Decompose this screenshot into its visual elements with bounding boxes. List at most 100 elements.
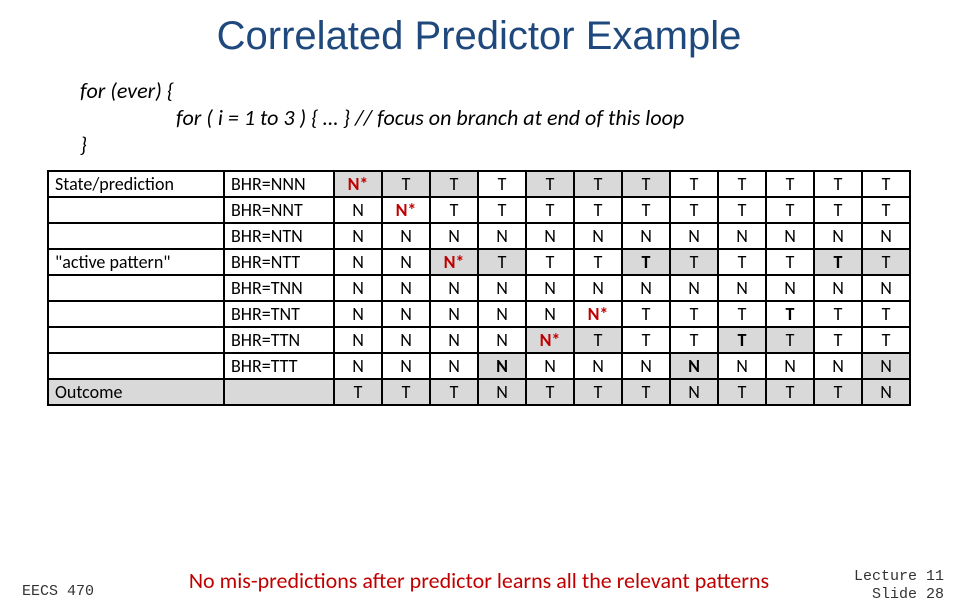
pred-cell: N — [526, 223, 574, 249]
pred-cell: T — [718, 171, 766, 197]
pred-cell: N — [430, 301, 478, 327]
outcome-cell: N — [670, 379, 718, 405]
pred-cell: N — [334, 197, 382, 223]
pred-cell: N — [622, 223, 670, 249]
pred-cell: N — [430, 275, 478, 301]
pred-cell: T — [862, 249, 910, 275]
pred-cell: N — [766, 275, 814, 301]
outcome-row: OutcomeTTTNTTTNTTTN — [48, 379, 910, 405]
pred-cell: T — [526, 171, 574, 197]
pred-cell: N — [814, 223, 862, 249]
pred-cell: T — [622, 301, 670, 327]
pred-cell: N* — [574, 301, 622, 327]
row-left-label: "active pattern" — [48, 249, 224, 275]
bhr-label: BHR=TTN — [224, 327, 334, 353]
pred-cell: N — [526, 301, 574, 327]
pred-cell: T — [766, 197, 814, 223]
pred-cell: N — [814, 275, 862, 301]
pred-cell: T — [622, 197, 670, 223]
pred-cell: T — [478, 249, 526, 275]
pred-cell: N — [382, 275, 430, 301]
code-line-2: for ( i = 1 to 3 ) { … } // focus on bra… — [80, 104, 958, 131]
pred-cell: N — [622, 275, 670, 301]
pred-cell: N — [382, 249, 430, 275]
bhr-label: BHR=NTN — [224, 223, 334, 249]
row-left-label — [48, 327, 224, 353]
pred-cell: T — [670, 171, 718, 197]
outcome-cell: T — [718, 379, 766, 405]
code-block: for (ever) { for ( i = 1 to 3 ) { … } //… — [80, 77, 958, 158]
pred-cell: N — [670, 275, 718, 301]
table-row: BHR=NNTNN*TTTTTTTTTT — [48, 197, 910, 223]
pred-cell: T — [478, 171, 526, 197]
outcome-label: Outcome — [48, 379, 224, 405]
pred-cell: T — [814, 171, 862, 197]
pred-cell: T — [718, 249, 766, 275]
pred-cell: T — [862, 327, 910, 353]
pred-cell: T — [862, 197, 910, 223]
pred-cell: T — [478, 197, 526, 223]
pred-cell: N — [718, 275, 766, 301]
outcome-cell: T — [526, 379, 574, 405]
pred-cell: N — [718, 353, 766, 379]
pred-cell: N — [430, 353, 478, 379]
table-row: "active pattern"BHR=NTTNNN*TTTTTTTTT — [48, 249, 910, 275]
pred-cell: N — [478, 327, 526, 353]
predictor-table: State/predictionBHR=NNNN*TTTTTTTTTTTBHR=… — [47, 170, 911, 406]
pred-cell: N — [478, 301, 526, 327]
table-row: State/predictionBHR=NNNN*TTTTTTTTTTT — [48, 171, 910, 197]
pred-cell: T — [430, 171, 478, 197]
pred-cell: T — [670, 249, 718, 275]
pred-cell: N — [574, 223, 622, 249]
bhr-label: BHR=TNN — [224, 275, 334, 301]
pred-cell: T — [814, 249, 862, 275]
pred-cell: T — [814, 301, 862, 327]
bhr-label: BHR=NNT — [224, 197, 334, 223]
pred-cell: N — [766, 353, 814, 379]
pred-cell: N — [430, 223, 478, 249]
pred-cell: T — [718, 301, 766, 327]
row-left-label — [48, 301, 224, 327]
pred-cell: T — [574, 171, 622, 197]
bhr-label: BHR=TTT — [224, 353, 334, 379]
pred-cell: T — [814, 197, 862, 223]
row-left-label — [48, 223, 224, 249]
table-row: BHR=TNTNNNNNN*TTTTTT — [48, 301, 910, 327]
pred-cell: N — [526, 353, 574, 379]
pred-cell: N* — [382, 197, 430, 223]
outcome-cell: T — [430, 379, 478, 405]
pred-cell: T — [526, 249, 574, 275]
bhr-label: BHR=NNN — [224, 171, 334, 197]
pred-cell: N — [334, 249, 382, 275]
pred-cell: N — [862, 353, 910, 379]
row-left-label — [48, 353, 224, 379]
pred-cell: N — [766, 223, 814, 249]
pred-cell: N — [670, 353, 718, 379]
pred-cell: T — [574, 327, 622, 353]
pred-cell: N — [334, 353, 382, 379]
pred-cell: N* — [334, 171, 382, 197]
pred-cell: N — [382, 327, 430, 353]
pred-cell: N — [862, 275, 910, 301]
pred-cell: T — [670, 197, 718, 223]
pred-cell: N — [718, 223, 766, 249]
pred-cell: T — [670, 301, 718, 327]
pred-cell: N* — [430, 249, 478, 275]
pred-cell: T — [718, 197, 766, 223]
pred-cell: T — [574, 249, 622, 275]
pred-cell: N — [334, 301, 382, 327]
pred-cell: N — [334, 223, 382, 249]
pred-cell: N — [430, 327, 478, 353]
pred-cell: N — [574, 353, 622, 379]
bhr-label: BHR=NTT — [224, 249, 334, 275]
pred-cell: T — [670, 327, 718, 353]
pred-cell: T — [382, 171, 430, 197]
pred-cell: T — [814, 327, 862, 353]
pred-cell: T — [766, 249, 814, 275]
outcome-cell: N — [862, 379, 910, 405]
pred-cell: T — [430, 197, 478, 223]
pred-cell: N — [334, 327, 382, 353]
pred-cell: T — [718, 327, 766, 353]
bhr-label: BHR=TNT — [224, 301, 334, 327]
pred-cell: N — [622, 353, 670, 379]
